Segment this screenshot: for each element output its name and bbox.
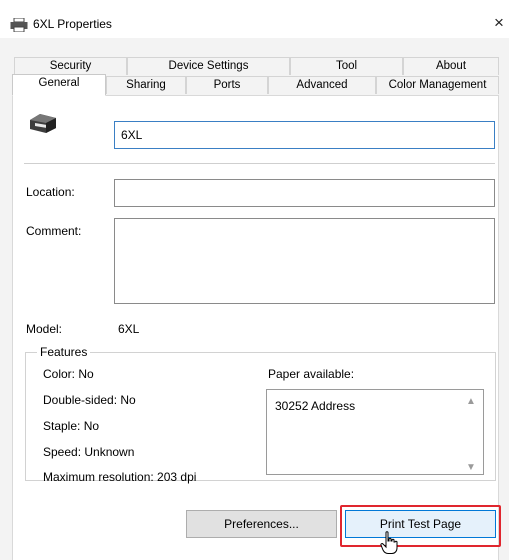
model-value: 6XL xyxy=(118,322,140,336)
close-icon[interactable]: × xyxy=(494,13,504,33)
window-title: 6XL Properties xyxy=(33,17,112,31)
comment-label: Comment: xyxy=(26,224,82,238)
tab-general[interactable]: General xyxy=(12,74,106,96)
feature-double-sided: Double-sided: No xyxy=(43,393,136,407)
feature-max-resolution: Maximum resolution: 203 dpi xyxy=(43,470,197,484)
feature-color: Color: No xyxy=(43,367,94,381)
location-input[interactable] xyxy=(114,179,495,207)
print-test-page-button[interactable]: Print Test Page xyxy=(345,510,496,538)
tab-sharing[interactable]: Sharing xyxy=(106,76,186,94)
divider xyxy=(24,163,495,164)
hand-cursor-icon xyxy=(380,531,398,554)
printer-icon xyxy=(30,114,56,133)
feature-speed: Speed: Unknown xyxy=(43,445,135,459)
comment-textarea[interactable] xyxy=(114,218,495,304)
tab-device-settings[interactable]: Device Settings xyxy=(127,57,290,75)
tab-about[interactable]: About xyxy=(403,57,499,75)
tab-tool[interactable]: Tool xyxy=(290,57,403,75)
feature-staple: Staple: No xyxy=(43,419,100,433)
preferences-button[interactable]: Preferences... xyxy=(186,510,337,538)
features-title: Features xyxy=(37,345,91,359)
scroll-up-icon[interactable]: ▲ xyxy=(466,396,476,407)
tab-advanced[interactable]: Advanced xyxy=(268,76,376,94)
tab-ports[interactable]: Ports xyxy=(186,76,268,94)
scroll-down-icon[interactable]: ▼ xyxy=(466,462,476,473)
general-panel xyxy=(12,95,499,560)
paper-available-label: Paper available: xyxy=(268,367,355,381)
printer-name-input[interactable]: 6XL xyxy=(114,121,495,149)
tab-security[interactable]: Security xyxy=(14,57,127,75)
paper-list-item[interactable]: 30252 Address xyxy=(275,399,355,413)
printer-icon xyxy=(10,18,28,32)
location-label: Location: xyxy=(26,185,75,199)
tab-color-management[interactable]: Color Management xyxy=(376,76,499,94)
model-label: Model: xyxy=(26,322,63,336)
